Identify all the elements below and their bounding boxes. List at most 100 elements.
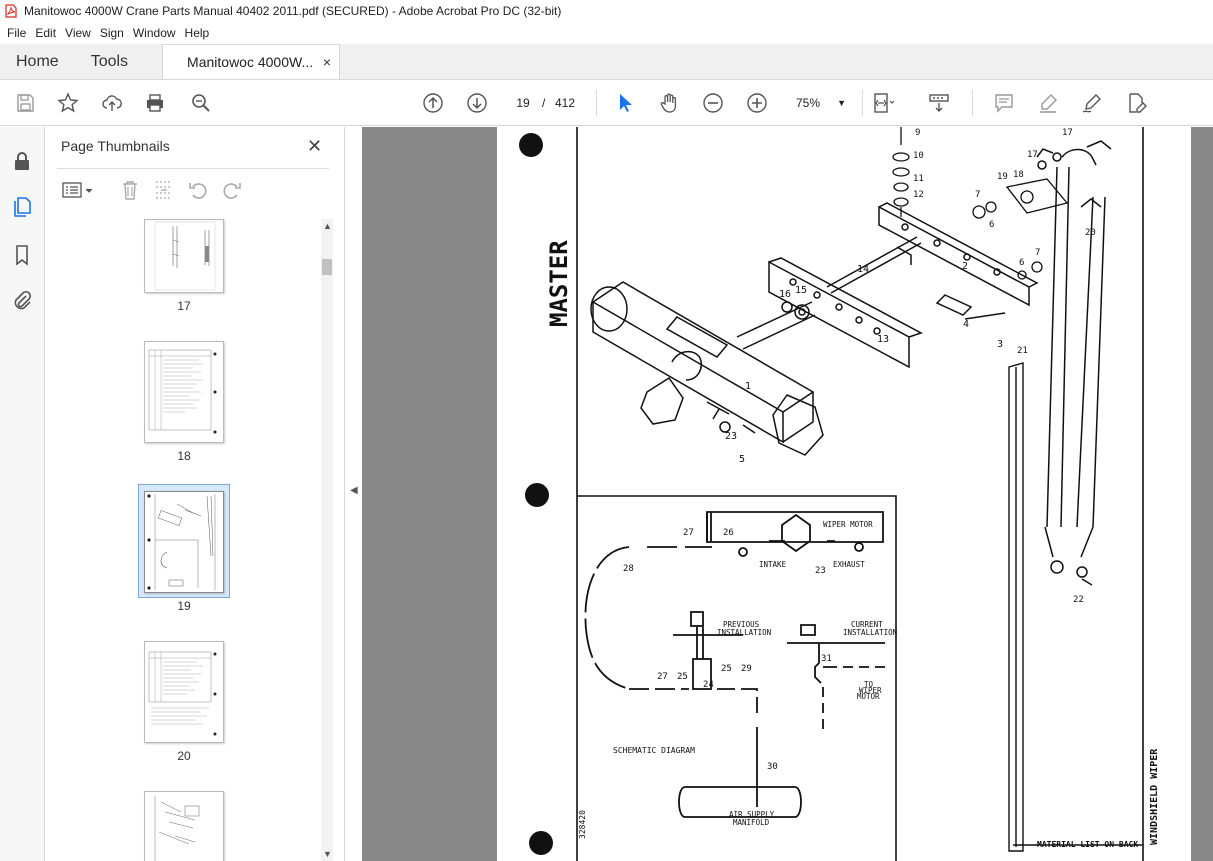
menu-window[interactable]: Window (133, 26, 176, 40)
thumbnail-image (154, 221, 216, 291)
close-tab-icon[interactable]: × (323, 54, 331, 70)
svg-text:23: 23 (725, 431, 737, 442)
svg-text:14: 14 (857, 264, 869, 275)
select-cursor-icon[interactable] (614, 92, 636, 114)
zoom-out-icon[interactable] (702, 92, 724, 114)
close-panel-icon[interactable]: ✕ (307, 136, 322, 157)
panel-divider (57, 168, 329, 169)
thumbnail-image (148, 349, 217, 434)
exhaust-label: EXHAUST (833, 560, 865, 569)
star-icon[interactable] (57, 92, 79, 114)
thumbnail-options-menu-icon[interactable] (61, 179, 95, 201)
parts-drawing: MASTER 1 23 5 13 16 15 14 2 4 3 9 10 11 … (519, 127, 1160, 861)
svg-text:9: 9 (915, 128, 920, 138)
thumbnail-image (154, 796, 200, 861)
svg-text:26: 26 (723, 528, 734, 538)
thumbnail-page-20[interactable] (144, 641, 224, 743)
svg-text:25: 25 (721, 664, 732, 674)
acrobat-pdf-icon (5, 4, 17, 18)
page-total: 412 (555, 96, 576, 110)
svg-text:27: 27 (683, 528, 694, 538)
menu-help[interactable]: Help (185, 26, 210, 40)
thumbnail-page-18[interactable] (144, 341, 224, 443)
punch-hole (519, 133, 543, 157)
washer-stack: 9 10 11 12 (892, 127, 924, 217)
delete-page-icon[interactable] (119, 179, 141, 201)
collapse-panel-icon[interactable]: ◀ (350, 485, 358, 496)
draw-pen-icon[interactable] (1081, 92, 1103, 114)
insert-page-icon[interactable] (153, 179, 175, 201)
svg-text:30: 30 (767, 762, 778, 772)
menu-bar: File Edit View Sign Window Help (0, 22, 1213, 44)
document-viewport[interactable]: MASTER 1 23 5 13 16 15 14 2 4 3 9 10 11 … (362, 127, 1213, 861)
panel-splitter[interactable]: ◀ (344, 127, 362, 861)
zoom-level-value: 75% (796, 96, 821, 110)
wiper-arm-20: 20 17 17 18 22 (1013, 128, 1112, 605)
tab-document-label: Manitowoc 4000W... (187, 54, 314, 70)
svg-text:18: 18 (1013, 170, 1024, 180)
zoom-search-icon[interactable] (190, 92, 212, 114)
hand-tool-icon[interactable] (658, 92, 680, 114)
wiper-motor-label: WIPER MOTOR (823, 520, 873, 529)
scroll-up-icon[interactable]: ▲ (323, 221, 332, 231)
punch-hole (529, 831, 553, 855)
page-fit-icon[interactable] (872, 92, 894, 114)
thumbnail-page-17[interactable] (144, 219, 224, 293)
menu-sign[interactable]: Sign (100, 26, 124, 40)
comment-icon[interactable] (993, 92, 1015, 114)
page-thumbnails-icon[interactable] (10, 195, 34, 219)
menu-view[interactable]: View (65, 26, 91, 40)
window-title: Manitowoc 4000W Crane Parts Manual 40402… (24, 4, 562, 18)
svg-text:23: 23 (815, 566, 826, 576)
tab-document[interactable]: Manitowoc 4000W... × (162, 44, 341, 79)
svg-text:28: 28 (623, 564, 634, 574)
drawing-number: 328420 (578, 810, 587, 839)
attachment-paperclip-icon[interactable] (10, 289, 34, 313)
tab-home[interactable]: Home (0, 44, 75, 79)
lock-icon[interactable] (10, 149, 34, 173)
rotate-counterclockwise-icon[interactable] (187, 179, 209, 201)
tab-tools[interactable]: Tools (75, 44, 144, 79)
thumbnail-image (148, 651, 217, 736)
svg-text:21: 21 (1017, 346, 1028, 356)
save-icon[interactable] (14, 92, 36, 114)
svg-text:7: 7 (1035, 248, 1040, 258)
rotate-clockwise-icon[interactable] (221, 179, 243, 201)
upload-cloud-icon[interactable] (101, 92, 123, 114)
flange-19: 7 6 19 7 6 (972, 172, 1069, 280)
svg-text:17: 17 (1027, 150, 1038, 160)
next-page-icon[interactable] (466, 92, 488, 114)
page-separator: / (542, 96, 546, 110)
zoom-level-dropdown[interactable]: 75% ▼ (790, 91, 850, 115)
thumbnail-label: 17 (177, 299, 191, 313)
zoom-in-icon[interactable] (746, 92, 768, 114)
fill-sign-icon[interactable] (1125, 92, 1147, 114)
bookmark-icon[interactable] (10, 243, 34, 267)
svg-text:27: 27 (657, 672, 668, 682)
toolbar-divider (972, 90, 973, 116)
material-list-label: MATERIAL LIST ON BACK (1037, 840, 1138, 849)
wiper-blade-21: 21 (1008, 346, 1028, 852)
menu-file[interactable]: File (7, 26, 26, 40)
air-supply-label-2: MANIFOLD (733, 818, 770, 827)
menu-edit[interactable]: Edit (35, 26, 56, 40)
page-number-input[interactable]: 19 (506, 91, 540, 115)
previous-page-icon[interactable] (422, 92, 444, 114)
scroll-mode-icon[interactable] (928, 92, 950, 114)
svg-text:1: 1 (745, 381, 751, 392)
scroll-down-icon[interactable]: ▼ (323, 849, 332, 859)
window-titlebar: Manitowoc 4000W Crane Parts Manual 40402… (0, 0, 1213, 22)
chevron-down-icon: ▼ (837, 98, 846, 108)
scrollbar-thumb[interactable] (322, 259, 332, 275)
print-icon[interactable] (144, 92, 166, 114)
highlight-pen-icon[interactable] (1037, 92, 1059, 114)
svg-text:11: 11 (913, 174, 924, 184)
thumbnail-tools (57, 177, 329, 205)
thumbnail-page-21[interactable] (144, 791, 224, 861)
svg-text:4: 4 (963, 319, 969, 330)
svg-text:7: 7 (975, 190, 980, 200)
svg-text:17: 17 (1062, 128, 1073, 138)
thumbnail-page-19[interactable] (144, 491, 224, 593)
thumbnail-scrollbar[interactable]: ▲ ▼ (321, 219, 333, 861)
svg-text:29: 29 (741, 664, 752, 674)
